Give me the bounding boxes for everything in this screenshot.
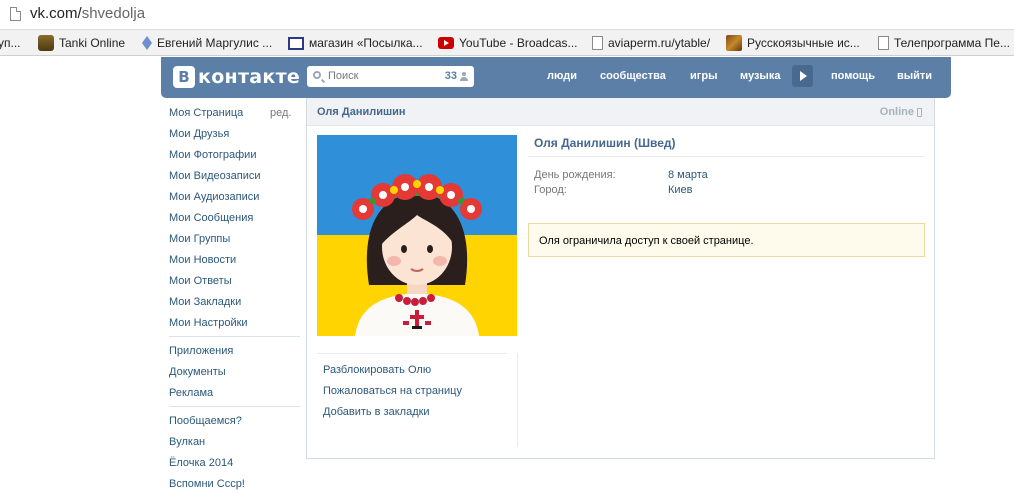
nav-people[interactable]: люди	[547, 70, 577, 82]
bookmark-label: aviaperm.ru/ytable/	[608, 36, 711, 50]
tank-icon	[38, 35, 54, 51]
page-icon	[592, 36, 603, 50]
menu-app-link[interactable]: Вспомни Ссср!	[169, 478, 245, 490]
search-count[interactable]: 33	[445, 70, 468, 82]
box-icon	[288, 36, 304, 50]
profile-header-name: Оля Данилишин	[317, 106, 406, 118]
actions-divider	[317, 353, 507, 354]
menu-answers[interactable]: Мои Ответы	[169, 275, 232, 287]
bookmark-item[interactable]: Tanki Online	[38, 34, 125, 52]
url-domain: vk.com/	[30, 5, 82, 22]
bookmark-item[interactable]: aviaperm.ru/ytable/	[592, 34, 710, 52]
add-bookmark-link[interactable]: Добавить в закладки	[323, 406, 430, 418]
menu-friends[interactable]: Мои Друзья	[169, 128, 229, 140]
menu-photos[interactable]: Мои Фотографии	[169, 149, 256, 161]
notice-text: Оля ограничила доступ к своей странице.	[539, 235, 754, 247]
profile-divider	[528, 156, 924, 157]
city-value[interactable]: Киев	[668, 184, 693, 196]
menu-divider	[169, 336, 300, 337]
birthday-label: День рождения:	[534, 169, 616, 181]
page-icon	[10, 7, 21, 21]
menu-ads[interactable]: Реклама	[169, 387, 213, 399]
profile-avatar[interactable]	[317, 135, 517, 336]
bookmark-item[interactable]: магазин «Посылка...	[288, 34, 423, 52]
person-icon	[460, 71, 468, 81]
restricted-notice: Оля ограничила доступ к своей странице.	[528, 223, 925, 257]
menu-groups[interactable]: Мои Группы	[169, 233, 230, 245]
avatar-illustration	[317, 135, 517, 336]
bookmarks-bar: уп... Tanki Online Евгений Маргулис ... …	[0, 30, 1014, 56]
report-page-link[interactable]: Пожаловаться на страницу	[323, 385, 462, 397]
menu-bookmarks[interactable]: Мои Закладки	[169, 296, 241, 308]
bookmark-item[interactable]: Телепрограмма Пе...	[878, 34, 1010, 52]
bookmark-item[interactable]: YouTube - Broadcas...	[438, 34, 578, 52]
nav-games[interactable]: игры	[690, 70, 717, 82]
nav-logout[interactable]: выйти	[897, 70, 932, 82]
bookmark-item[interactable]: Евгений Маргулис ...	[139, 34, 272, 52]
page-icon	[878, 36, 889, 50]
mobile-icon	[917, 107, 922, 117]
menu-apps[interactable]: Приложения	[169, 345, 233, 357]
menu-app-link[interactable]: Ёлочка 2014	[169, 457, 233, 469]
bookmark-item[interactable]: уп...	[0, 34, 21, 52]
bookmark-label: Русскоязычные ис...	[747, 36, 860, 50]
bookmark-label: уп...	[0, 36, 21, 50]
search-placeholder: Поиск	[328, 70, 359, 82]
menu-divider	[169, 406, 300, 407]
menu-app-link[interactable]: Вулкан	[169, 436, 205, 448]
online-label: Online	[879, 106, 914, 118]
menu-my-page[interactable]: Моя Страница	[169, 107, 243, 119]
search-icon	[313, 71, 321, 79]
site-header: В контакте Поиск 33 люди сообщества игры…	[161, 57, 951, 98]
profile-full-name: Оля Данилишин (Швед)	[534, 136, 676, 150]
search-input[interactable]: Поиск 33	[307, 66, 474, 87]
menu-news[interactable]: Мои Новости	[169, 254, 236, 266]
menu-audio[interactable]: Мои Аудиозаписи	[169, 191, 259, 203]
menu-app-link[interactable]: Пообщаемся?	[169, 415, 242, 427]
bookmark-item[interactable]: Русскоязычные ис...	[726, 34, 860, 52]
profile-card: Оля Данилишин Online Разблокировать Олю …	[306, 98, 935, 459]
menu-messages[interactable]: Мои Сообщения	[169, 212, 253, 224]
online-status: Online	[880, 106, 922, 118]
city-label: Город:	[534, 184, 567, 196]
profile-header: Оля Данилишин Online	[307, 98, 934, 126]
column-divider	[517, 353, 518, 447]
url-text[interactable]: vk.com/shvedolja	[30, 5, 145, 22]
bookmark-label: Евгений Маргулис ...	[157, 36, 273, 50]
logo-word: контакте	[198, 66, 301, 88]
bookmark-label: магазин «Посылка...	[309, 36, 423, 50]
birthday-value[interactable]: 8 марта	[668, 169, 708, 181]
menu-settings[interactable]: Мои Настройки	[169, 317, 248, 329]
menu-documents[interactable]: Документы	[169, 366, 226, 378]
nav-music[interactable]: музыка	[740, 70, 780, 82]
menu-videos[interactable]: Мои Видеозаписи	[169, 170, 261, 182]
nav-communities[interactable]: сообщества	[600, 70, 666, 82]
logo-mark: В	[173, 66, 195, 88]
youtube-icon	[438, 37, 454, 49]
unblock-link[interactable]: Разблокировать Олю	[323, 364, 431, 376]
bookmark-label: YouTube - Broadcas...	[459, 36, 578, 50]
bookmark-label: Tanki Online	[59, 36, 126, 50]
search-count-value: 33	[444, 70, 457, 82]
url-path: shvedolja	[81, 5, 146, 22]
diamond-icon	[142, 36, 152, 50]
site-icon	[726, 35, 742, 51]
nav-help[interactable]: помощь	[831, 70, 875, 82]
vk-logo[interactable]: В контакте	[173, 66, 300, 88]
bookmark-label: Телепрограмма Пе...	[894, 36, 1010, 50]
menu-edit-link[interactable]: ред.	[270, 107, 291, 119]
play-icon[interactable]	[792, 65, 813, 87]
browser-address-bar[interactable]: vk.com/shvedolja	[0, 0, 1014, 30]
